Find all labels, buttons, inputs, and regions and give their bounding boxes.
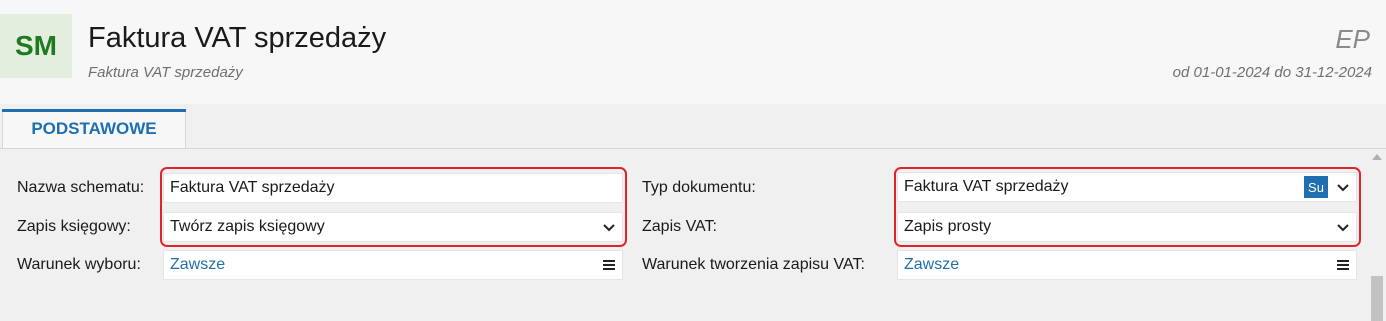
nazwa-schematu-label: Nazwa schematu: <box>17 179 145 196</box>
vertical-scrollbar[interactable] <box>1369 152 1386 321</box>
warunek-wyboru-link[interactable]: Zawsze <box>170 256 225 274</box>
scrollbar-thumb[interactable] <box>1371 276 1383 321</box>
module-logo: SM <box>0 14 72 78</box>
typ-dokumentu-label: Typ dokumentu: <box>642 179 756 196</box>
warunek-vat-field[interactable]: Zawsze <box>897 250 1357 280</box>
highlight-box-right <box>894 167 1361 247</box>
tab-strip: PODSTAWOWE <box>0 104 1386 149</box>
context-code: EP <box>1335 24 1370 54</box>
page-subtitle: Faktura VAT sprzedaży <box>88 64 243 81</box>
scroll-up-arrow-icon[interactable] <box>1372 154 1382 160</box>
warunek-wyboru-label: Warunek wyboru: <box>17 256 141 273</box>
page-title: Faktura VAT sprzedaży <box>88 22 387 54</box>
warunek-wyboru-field[interactable]: Zawsze <box>163 250 623 280</box>
warunek-vat-link[interactable]: Zawsze <box>904 256 959 274</box>
period-range: od 01-01-2024 do 31-12-2024 <box>1172 64 1372 81</box>
zapis-ksiegowy-label: Zapis księgowy: <box>17 218 131 235</box>
document-header: SM Faktura VAT sprzedaży Faktura VAT spr… <box>0 0 1386 104</box>
tab-podstawowe[interactable]: PODSTAWOWE <box>2 109 186 148</box>
highlight-box-left <box>160 167 627 247</box>
hamburger-menu-icon[interactable] <box>1336 257 1350 273</box>
hamburger-menu-icon[interactable] <box>602 257 616 273</box>
zapis-vat-label: Zapis VAT: <box>642 218 717 235</box>
warunek-vat-label: Warunek tworzenia zapisu VAT: <box>642 256 865 273</box>
